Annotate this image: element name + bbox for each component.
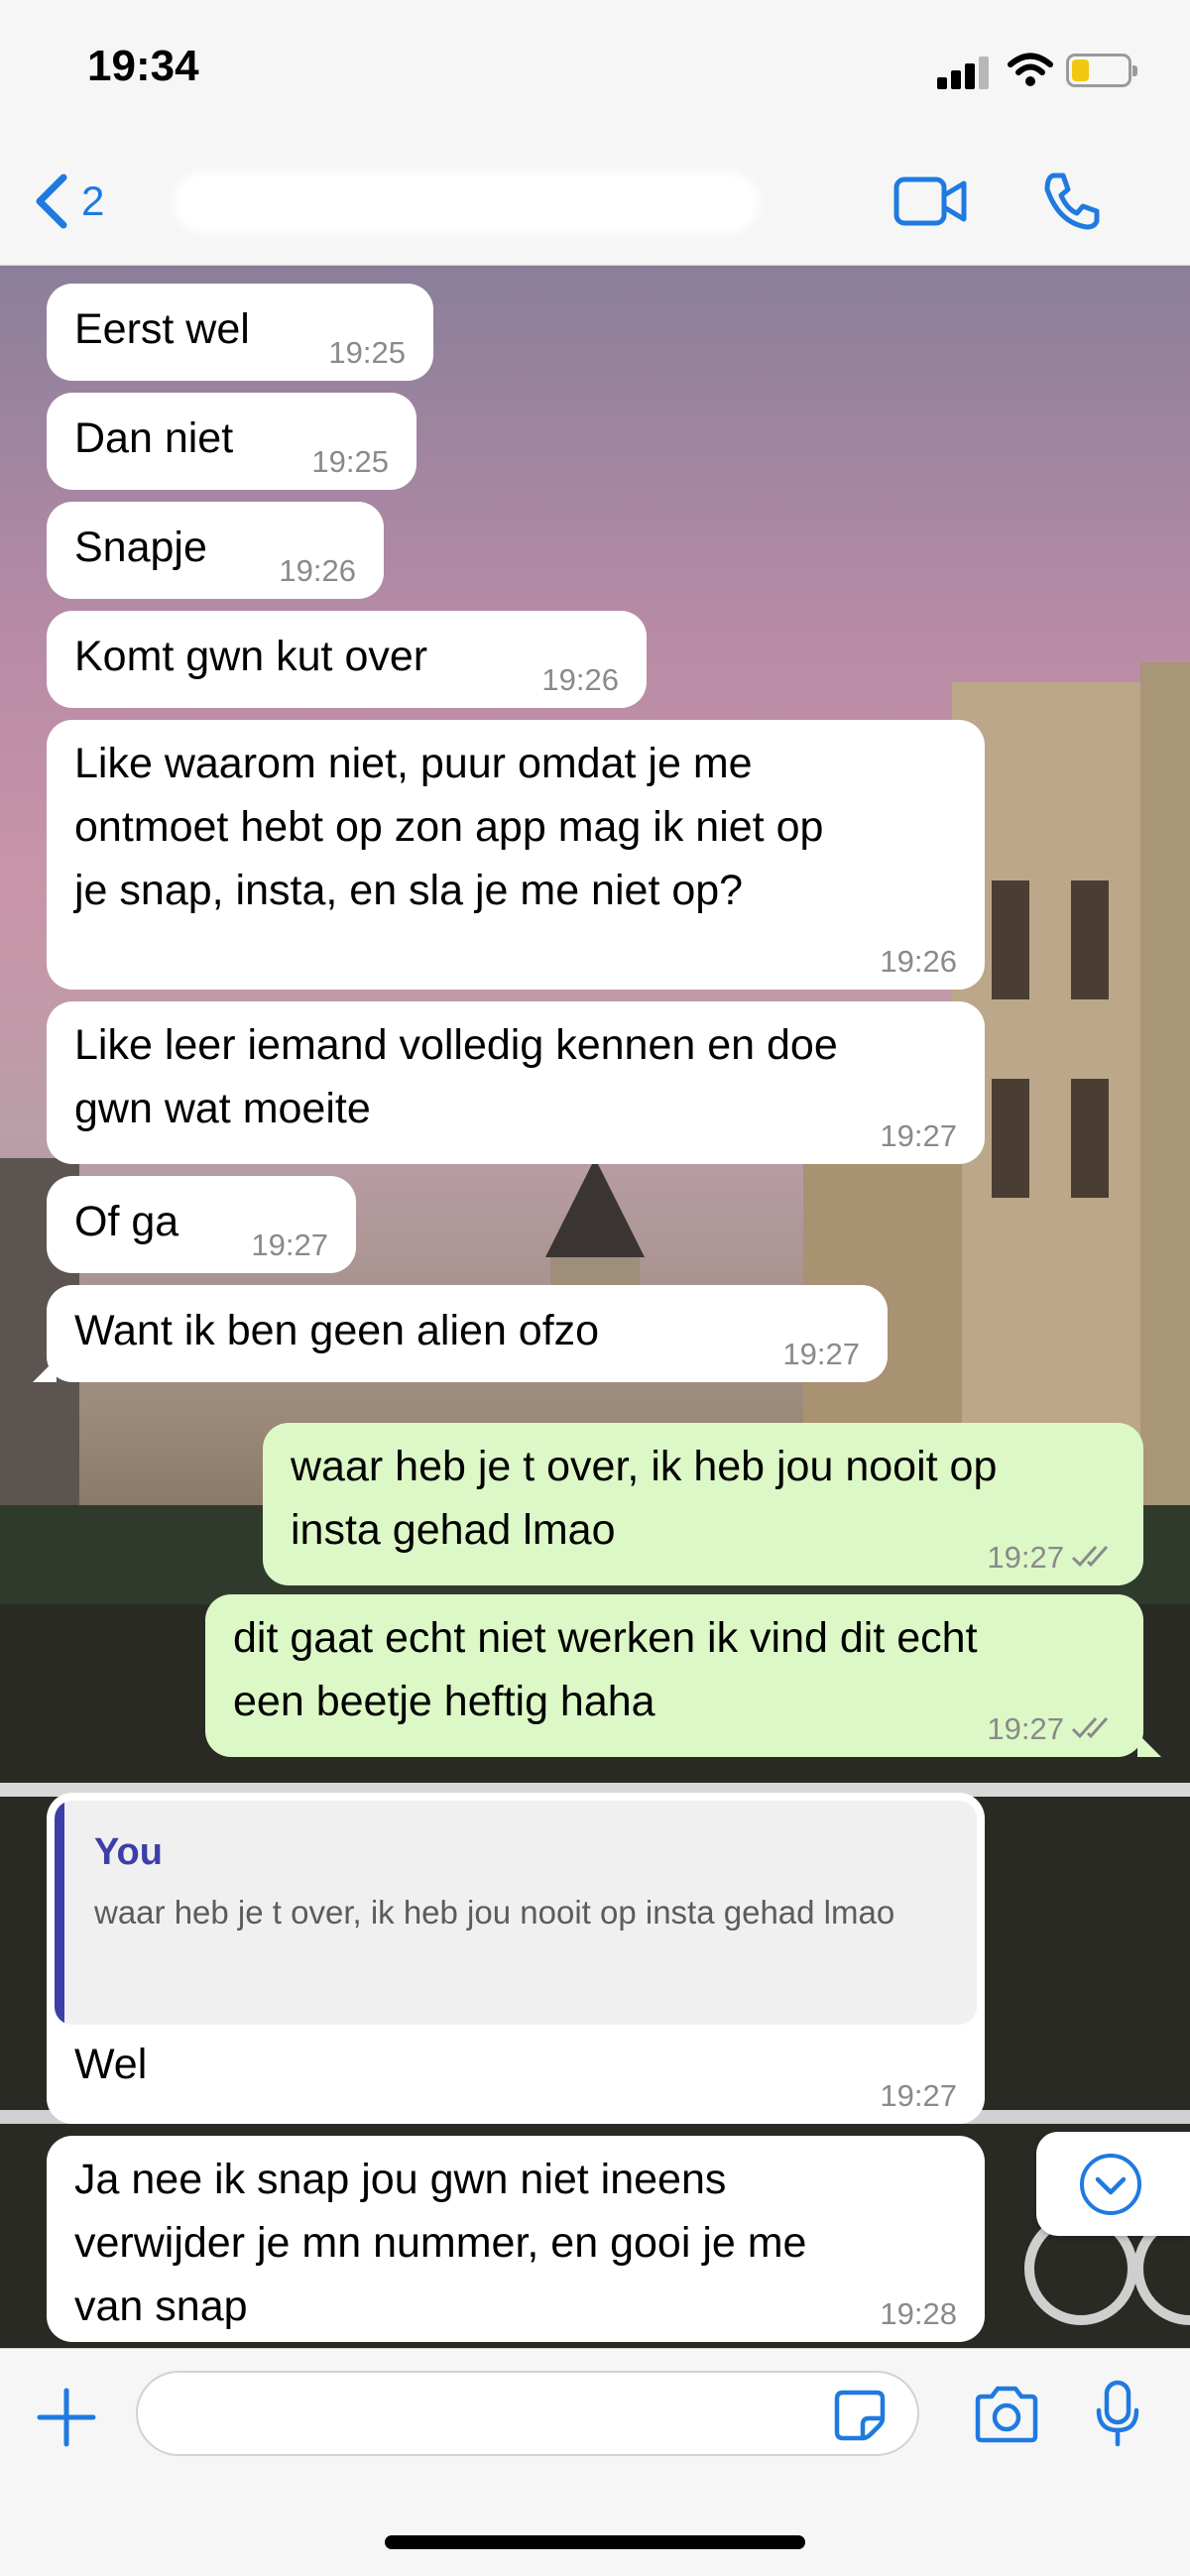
message-time-status: 19:27 bbox=[987, 1540, 1116, 1576]
quote-accent-bar bbox=[55, 1801, 64, 2025]
message-time: 19:27 bbox=[880, 1118, 957, 1153]
message-time: 19:26 bbox=[880, 944, 957, 979]
status-bar: 19:34 bbox=[0, 0, 1190, 144]
message-time: 19:25 bbox=[328, 335, 406, 370]
message-incoming[interactable]: Like leer iemand volledig kennen en doe … bbox=[47, 1001, 985, 1164]
message-text: Komt gwn kut over bbox=[74, 633, 428, 680]
message-outgoing[interactable]: waar heb je t over, ik heb jou nooit op … bbox=[263, 1423, 1143, 1585]
plus-icon bbox=[37, 2388, 96, 2447]
battery-icon bbox=[1066, 54, 1137, 87]
voice-call-button[interactable] bbox=[1039, 170, 1103, 238]
chat-header: 2 bbox=[0, 144, 1190, 266]
message-time: 19:27 bbox=[880, 2078, 957, 2113]
attach-button[interactable] bbox=[36, 2387, 97, 2453]
message-time: 19:25 bbox=[311, 444, 389, 479]
message-outgoing[interactable]: dit gaat echt niet werken ik vind dit ec… bbox=[205, 1594, 1161, 1757]
message-incoming[interactable]: Eerst wel 19:25 bbox=[47, 284, 433, 381]
status-time: 19:34 bbox=[87, 42, 199, 90]
back-button[interactable]: 2 bbox=[32, 172, 104, 231]
message-time: 19:27 bbox=[782, 1337, 860, 1371]
voice-message-button[interactable] bbox=[1093, 2379, 1142, 2453]
camera-button[interactable] bbox=[972, 2385, 1041, 2449]
message-time: 19:27 bbox=[987, 1711, 1064, 1746]
message-time-status: 19:27 bbox=[987, 1711, 1116, 1747]
message-text: dit gaat echt niet werken ik vind dit ec… bbox=[233, 1614, 978, 1725]
message-incoming[interactable]: Of ga 19:27 bbox=[47, 1176, 356, 1273]
quoted-message[interactable]: You waar heb je t over, ik heb jou nooit… bbox=[55, 1801, 977, 2025]
home-indicator[interactable] bbox=[385, 2535, 805, 2549]
message-time: 19:28 bbox=[880, 2296, 957, 2331]
message-time: 19:27 bbox=[251, 1228, 328, 1262]
message-time: 19:27 bbox=[987, 1540, 1064, 1575]
sticker-icon bbox=[834, 2390, 886, 2441]
phone-icon bbox=[1044, 173, 1100, 230]
message-text: Want ik ben geen alien ofzo bbox=[74, 1307, 600, 1354]
scroll-to-bottom-button[interactable] bbox=[1036, 2132, 1190, 2236]
chat-area[interactable]: Eerst wel 19:25 Dan niet 19:25 Snapje 19… bbox=[0, 266, 1190, 2348]
cellular-signal-icon bbox=[937, 56, 989, 89]
message-text: Wel bbox=[74, 2041, 148, 2088]
contact-name-redacted[interactable] bbox=[174, 172, 759, 233]
bubble-tail bbox=[33, 1358, 57, 1382]
video-icon bbox=[893, 176, 967, 226]
message-incoming[interactable]: Like waarom niet, puur omdat je me ontmo… bbox=[47, 720, 985, 990]
chevron-left-icon bbox=[36, 174, 67, 229]
message-incoming-reply[interactable]: You waar heb je t over, ik heb jou nooit… bbox=[47, 1793, 985, 2124]
message-incoming[interactable]: Dan niet 19:25 bbox=[47, 393, 416, 490]
chevron-down-circle-icon bbox=[1080, 2154, 1141, 2215]
message-incoming[interactable]: Komt gwn kut over 19:26 bbox=[47, 611, 647, 708]
wifi-icon bbox=[1008, 53, 1053, 86]
unread-count: 2 bbox=[81, 177, 105, 224]
message-time: 19:26 bbox=[541, 662, 619, 697]
read-receipt-icon bbox=[1071, 1546, 1109, 1568]
camera-icon bbox=[975, 2386, 1038, 2443]
quote-text: waar heb je t over, ik heb jou nooit op … bbox=[94, 1894, 895, 1931]
bubble-tail bbox=[1137, 1733, 1161, 1757]
message-text: Like waarom niet, puur omdat je me ontmo… bbox=[74, 740, 824, 914]
message-incoming[interactable]: Snapje 19:26 bbox=[47, 502, 384, 599]
message-input[interactable] bbox=[136, 2371, 919, 2456]
message-incoming[interactable]: Want ik ben geen alien ofzo 19:27 bbox=[33, 1285, 888, 1382]
sticker-button[interactable] bbox=[833, 2389, 887, 2447]
microphone-icon bbox=[1096, 2380, 1139, 2447]
message-time: 19:26 bbox=[279, 553, 356, 588]
message-text: Ja nee ik snap jou gwn niet ineens verwi… bbox=[74, 2156, 807, 2330]
message-incoming[interactable]: Ja nee ik snap jou gwn niet ineens verwi… bbox=[47, 2136, 985, 2342]
quote-author: You bbox=[94, 1831, 163, 1873]
read-receipt-icon bbox=[1071, 1717, 1109, 1739]
message-text: Like leer iemand volledig kennen en doe … bbox=[74, 1021, 838, 1132]
video-call-button[interactable] bbox=[892, 174, 968, 234]
